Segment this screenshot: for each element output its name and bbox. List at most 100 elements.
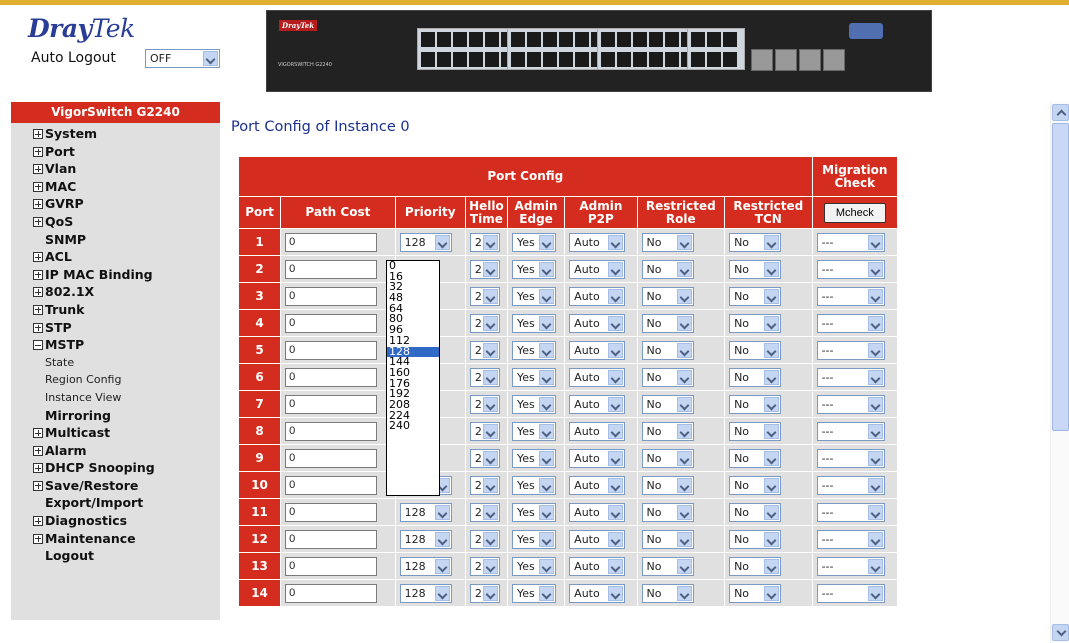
restricted-tcn-select[interactable]: No [729,529,782,549]
admin-p2p-select[interactable]: Auto [569,529,626,549]
hello-time-select[interactable]: 2 [469,475,500,495]
restricted-tcn-select[interactable]: No [729,421,782,441]
restricted-tcn-select[interactable]: No [729,286,782,306]
restricted-role-select[interactable]: No [641,502,694,522]
expand-icon[interactable] [33,269,43,280]
restricted-tcn-select[interactable]: No [729,502,782,522]
path-cost-input[interactable] [285,502,378,522]
migration-check-select[interactable]: --- [816,502,885,522]
hello-time-select[interactable]: 2 [469,394,500,414]
migration-check-select[interactable]: --- [816,421,885,441]
sidebar-item-system[interactable]: System [11,125,220,143]
sidebar-item-802-1x[interactable]: 802.1X [11,283,220,301]
path-cost-input[interactable] [285,583,378,603]
restricted-role-select[interactable]: No [641,232,694,252]
migration-check-select[interactable]: --- [816,286,885,306]
expand-icon[interactable] [33,463,43,474]
sidebar-item-ip-mac-binding[interactable]: IP MAC Binding [11,266,220,284]
sidebar-item-mirroring[interactable]: Mirroring [11,407,220,425]
collapse-icon[interactable] [33,340,43,351]
admin-p2p-select[interactable]: Auto [569,394,626,414]
sidebar-item-trunk[interactable]: Trunk [11,301,220,319]
admin-edge-select[interactable]: Yes [511,421,556,441]
admin-p2p-select[interactable]: Auto [569,421,626,441]
expand-icon[interactable] [33,181,43,192]
mcheck-button[interactable]: Mcheck [823,202,886,223]
migration-check-select[interactable]: --- [816,313,885,333]
restricted-tcn-select[interactable]: No [729,394,782,414]
sidebar-item-stp[interactable]: STP [11,319,220,337]
sidebar-item-snmp[interactable]: SNMP [11,231,220,249]
expand-icon[interactable] [33,480,43,491]
hello-time-select[interactable]: 2 [469,232,500,252]
sidebar-item-qos[interactable]: QoS [11,213,220,231]
hello-time-select[interactable]: 2 [469,502,500,522]
admin-p2p-select[interactable]: Auto [569,583,626,603]
expand-icon[interactable] [33,322,43,333]
expand-icon[interactable] [33,516,43,527]
restricted-role-select[interactable]: No [641,259,694,279]
restricted-role-select[interactable]: No [641,394,694,414]
restricted-tcn-select[interactable]: No [729,367,782,387]
sidebar-item-acl[interactable]: ACL [11,248,220,266]
admin-p2p-select[interactable]: Auto [569,475,626,495]
admin-p2p-select[interactable]: Auto [569,448,626,468]
scroll-down-button[interactable] [1052,624,1069,641]
path-cost-input[interactable] [285,421,378,441]
path-cost-input[interactable] [285,448,378,468]
sidebar-item-export-import[interactable]: Export/Import [11,494,220,512]
migration-check-select[interactable]: --- [816,529,885,549]
scroll-up-button[interactable] [1052,104,1069,121]
expand-icon[interactable] [33,445,43,456]
expand-icon[interactable] [33,428,43,439]
admin-edge-select[interactable]: Yes [511,340,556,360]
sidebar-item-vlan[interactable]: Vlan [11,160,220,178]
hello-time-select[interactable]: 2 [469,421,500,441]
admin-edge-select[interactable]: Yes [511,448,556,468]
restricted-tcn-select[interactable]: No [729,556,782,576]
hello-time-select[interactable]: 2 [469,529,500,549]
scroll-thumb[interactable] [1052,123,1069,431]
sidebar-item-alarm[interactable]: Alarm [11,442,220,460]
admin-edge-select[interactable]: Yes [511,529,556,549]
admin-p2p-select[interactable]: Auto [569,286,626,306]
admin-edge-select[interactable]: Yes [511,286,556,306]
migration-check-select[interactable]: --- [816,556,885,576]
migration-check-select[interactable]: --- [816,475,885,495]
priority-select[interactable]: 128 [399,583,452,603]
path-cost-input[interactable] [285,340,378,360]
path-cost-input[interactable] [285,367,378,387]
priority-select[interactable]: 128 [399,502,452,522]
admin-edge-select[interactable]: Yes [511,394,556,414]
expand-icon[interactable] [33,216,43,227]
restricted-tcn-select[interactable]: No [729,583,782,603]
restricted-role-select[interactable]: No [641,286,694,306]
expand-icon[interactable] [33,199,43,210]
sidebar-item-save-restore[interactable]: Save/Restore [11,477,220,495]
auto-logout-select[interactable]: OFF [145,49,220,68]
path-cost-input[interactable] [285,286,378,306]
restricted-tcn-select[interactable]: No [729,259,782,279]
path-cost-input[interactable] [285,394,378,414]
sidebar-subitem-state[interactable]: State [11,354,220,372]
restricted-role-select[interactable]: No [641,448,694,468]
hello-time-select[interactable]: 2 [469,259,500,279]
sidebar-subitem-region-config[interactable]: Region Config [11,371,220,389]
priority-select[interactable]: 128 [399,232,452,252]
admin-p2p-select[interactable]: Auto [569,340,626,360]
sidebar-item-port[interactable]: Port [11,143,220,161]
restricted-role-select[interactable]: No [641,529,694,549]
sidebar-item-mstp[interactable]: MSTP [11,336,220,354]
expand-icon[interactable] [33,146,43,157]
admin-edge-select[interactable]: Yes [511,502,556,522]
expand-icon[interactable] [33,304,43,315]
sidebar-item-maintenance[interactable]: Maintenance [11,530,220,548]
admin-p2p-select[interactable]: Auto [569,502,626,522]
admin-edge-select[interactable]: Yes [511,313,556,333]
vertical-scrollbar[interactable] [1050,102,1069,643]
hello-time-select[interactable]: 2 [469,313,500,333]
expand-icon[interactable] [33,164,43,175]
priority-option[interactable]: 240 [387,420,439,432]
migration-check-select[interactable]: --- [816,259,885,279]
hello-time-select[interactable]: 2 [469,583,500,603]
